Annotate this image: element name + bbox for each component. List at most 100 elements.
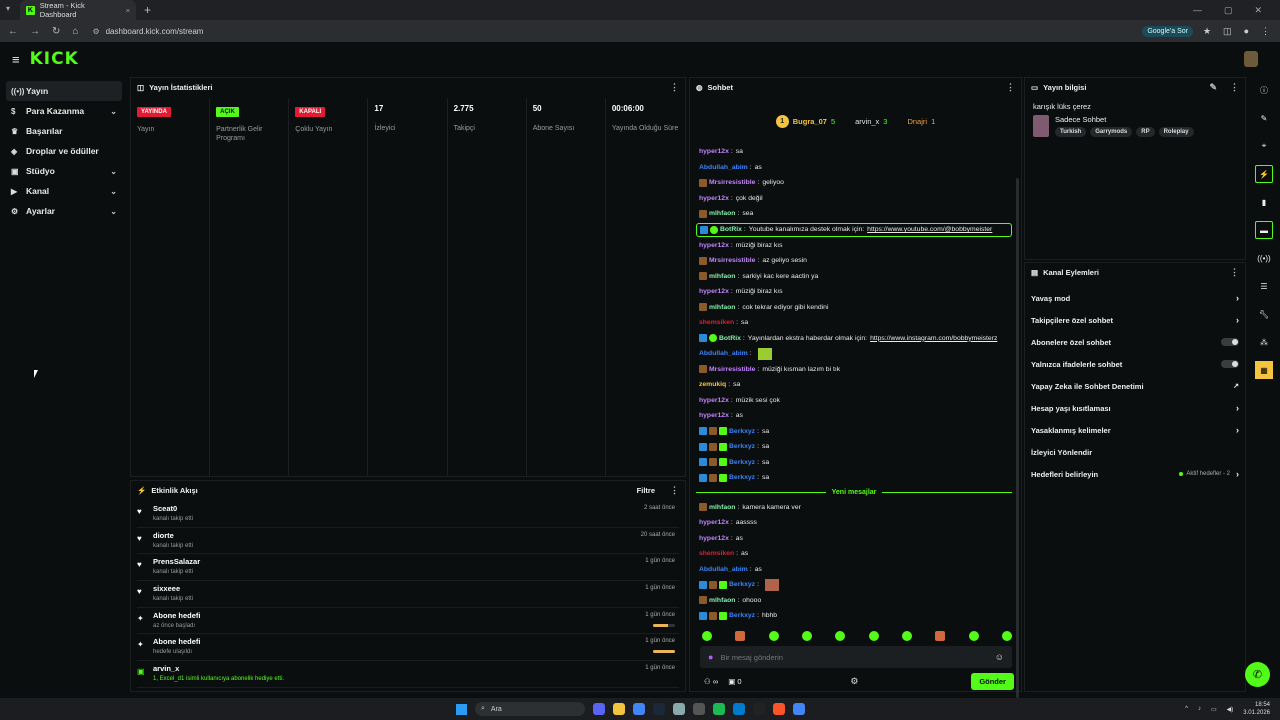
stream-tag[interactable]: Garrymods: [1090, 127, 1133, 137]
chat-bubble-icon[interactable]: ▬: [1255, 221, 1273, 239]
minimize-icon[interactable]: —: [1193, 5, 1202, 16]
chat-message[interactable]: Berkxyz:: [696, 577, 1012, 593]
reload-icon[interactable]: ↻: [52, 26, 60, 37]
chat-message[interactable]: mlhfaon: sea: [696, 206, 1012, 222]
mic-icon[interactable]: ●: [708, 652, 713, 662]
clock[interactable]: 18:54 3.01.2026: [1243, 701, 1270, 717]
chat-username[interactable]: zemukiq: [699, 381, 726, 388]
site-info-icon[interactable]: ⚙: [92, 27, 99, 36]
obs-icon[interactable]: [693, 703, 705, 715]
activity-item[interactable]: ▣ arvin_x 1, Excel_d1 isimli kullanıcıya a…: [137, 661, 679, 688]
vscode-icon[interactable]: [733, 703, 745, 715]
sidebar-item[interactable]: ◈ Droplar ve ödüller: [6, 141, 122, 161]
stream-info-more-icon[interactable]: ⋮: [1230, 82, 1239, 93]
activity-item[interactable]: ✦ Abone hedefi hedefe ulaşıldı 1 gün önce: [137, 634, 679, 662]
user-avatar[interactable]: [1244, 51, 1258, 67]
channel-action-item[interactable]: Yavaş mod ›: [1025, 287, 1245, 309]
bookmark-star-icon[interactable]: ★: [1203, 26, 1211, 37]
discord-icon[interactable]: [593, 703, 605, 715]
chrome-icon[interactable]: [793, 703, 805, 715]
chat-message[interactable]: hyper12x: as: [696, 408, 1012, 424]
tab-list-icon[interactable]: ▾: [6, 4, 10, 13]
chat-message[interactable]: Berkxyz: sa: [696, 439, 1012, 455]
activity-item[interactable]: ✦ Abone hedefi az önce başladı 1 gün önce: [137, 608, 679, 635]
chat-message[interactable]: hyper12x: müziği biraz kıs: [696, 238, 1012, 254]
channel-action-item[interactable]: Yalnızca ifadelerle sohbet: [1025, 353, 1245, 375]
chat-username[interactable]: Mrsirresistible: [709, 366, 755, 373]
toggle-switch[interactable]: [1221, 338, 1239, 346]
chat-message[interactable]: Berkxyz: sa: [696, 424, 1012, 440]
chat-message[interactable]: Berkxyz: sa: [696, 455, 1012, 471]
chat-username[interactable]: Berkxyz: [729, 612, 755, 619]
emote-icon[interactable]: [1001, 631, 1012, 641]
crosshair-icon[interactable]: ⌖: [1255, 137, 1273, 155]
chat-message[interactable]: hyper12x: çok değil: [696, 191, 1012, 207]
infinity-points[interactable]: ⚇ ∞: [704, 677, 718, 686]
channel-actions-more-icon[interactable]: ⋮: [1230, 267, 1239, 278]
kick-logo[interactable]: KICK: [30, 49, 79, 69]
chat-username[interactable]: Mrsirresistible: [709, 179, 755, 186]
chat-message[interactable]: mlhfaon: ohooo: [696, 593, 1012, 609]
mic-icon[interactable]: ♪: [1198, 706, 1201, 712]
chat-username[interactable]: Berkxyz: [729, 581, 755, 588]
chat-message[interactable]: shemsiken: as: [696, 546, 1012, 562]
brave-icon[interactable]: [773, 703, 785, 715]
lightning-icon[interactable]: ⚡: [1255, 165, 1273, 183]
chat-username[interactable]: hyper12x: [699, 535, 729, 542]
profile-icon[interactable]: ●: [1244, 26, 1249, 37]
chat-username[interactable]: mlhfaon: [709, 304, 735, 311]
menu-icon[interactable]: ⋮: [1261, 26, 1270, 37]
emote-icon[interactable]: [735, 631, 746, 641]
chat-message[interactable]: hyper12x: as: [696, 531, 1012, 547]
forward-icon[interactable]: →: [30, 26, 40, 37]
google-ask-button[interactable]: Google'a Sor: [1142, 25, 1193, 37]
chat-message[interactable]: Berkxyz: sa: [696, 470, 1012, 486]
channel-action-item[interactable]: Hedefleri belirleyin Aktif hedefler - 2 ›: [1025, 463, 1245, 485]
channel-action-item[interactable]: İzleyici Yönlendir: [1025, 441, 1245, 463]
chat-message[interactable]: mlhfaon: sarkiyi kac kere aactin ya: [696, 269, 1012, 285]
stream-tag[interactable]: RP: [1136, 127, 1155, 137]
sidebar-item[interactable]: ⚙ Ayarlar ⌄: [6, 201, 122, 221]
chat-username[interactable]: mlhfaon: [709, 273, 735, 280]
chat-scrollbar[interactable]: [1016, 178, 1019, 698]
chevron-right-icon[interactable]: ›: [1236, 425, 1239, 435]
chevron-right-icon[interactable]: ›: [1236, 315, 1239, 325]
browser-tab[interactable]: K Stream - Kick Dashboard ×: [20, 0, 136, 20]
chat-username[interactable]: Berkxyz: [729, 443, 755, 450]
extensions-icon[interactable]: ◫: [1223, 26, 1232, 37]
chevron-right-icon[interactable]: ›: [1236, 403, 1239, 413]
chat-message[interactable]: Abdullah_abim: as: [696, 562, 1012, 578]
chat-message[interactable]: hyper12x: sa: [696, 144, 1012, 160]
chat-username[interactable]: BotRix: [720, 226, 742, 233]
channel-action-item[interactable]: Takipçilere özel sohbet ›: [1025, 309, 1245, 331]
new-tab-icon[interactable]: +: [144, 3, 151, 17]
top-supporter[interactable]: 1 Bugra_07 5: [775, 114, 835, 128]
chat-username[interactable]: Abdullah_abim: [699, 566, 748, 573]
chat-username[interactable]: hyper12x: [699, 288, 729, 295]
chat-message[interactable]: Abdullah_abim:: [696, 346, 1012, 362]
url-field[interactable]: ⚙ dashboard.kick.com/stream Google'a Sor: [92, 23, 1193, 39]
chat-username[interactable]: mlhfaon: [709, 504, 735, 511]
network-icon[interactable]: ▭: [1211, 706, 1217, 713]
emote-icon[interactable]: [868, 631, 879, 641]
app-icon[interactable]: [673, 703, 685, 715]
close-window-icon[interactable]: ✕: [1254, 5, 1262, 16]
chat-link[interactable]: https://www.youtube.com/@bobbymeister: [867, 226, 992, 233]
points-counter[interactable]: ▣ 0: [728, 677, 741, 686]
stream-tag[interactable]: Roleplay: [1158, 127, 1194, 137]
send-button[interactable]: Gönder: [971, 672, 1014, 690]
chat-username[interactable]: Berkxyz: [729, 459, 755, 466]
chat-message[interactable]: mlhfaon: cok tekrar ediyor gibi kendini: [696, 300, 1012, 316]
back-icon[interactable]: ←: [8, 26, 18, 37]
edit-icon[interactable]: ✎: [1209, 82, 1217, 93]
channel-action-item[interactable]: Yasaklanmış kelimeler ›: [1025, 419, 1245, 441]
chat-username[interactable]: BotRix: [719, 335, 741, 342]
external-link-icon[interactable]: ↗: [1233, 382, 1239, 390]
chat-username[interactable]: hyper12x: [699, 195, 729, 202]
chat-message[interactable]: BotRix: Yayınlardan ekstra haberdar olmak…: [696, 331, 1012, 347]
emote-icon[interactable]: [835, 631, 846, 641]
pencil-icon[interactable]: ✎: [1255, 109, 1273, 127]
editor-icon[interactable]: [753, 703, 765, 715]
chat-username[interactable]: mlhfaon: [709, 597, 735, 604]
filter-button[interactable]: Filtre: [637, 486, 655, 495]
